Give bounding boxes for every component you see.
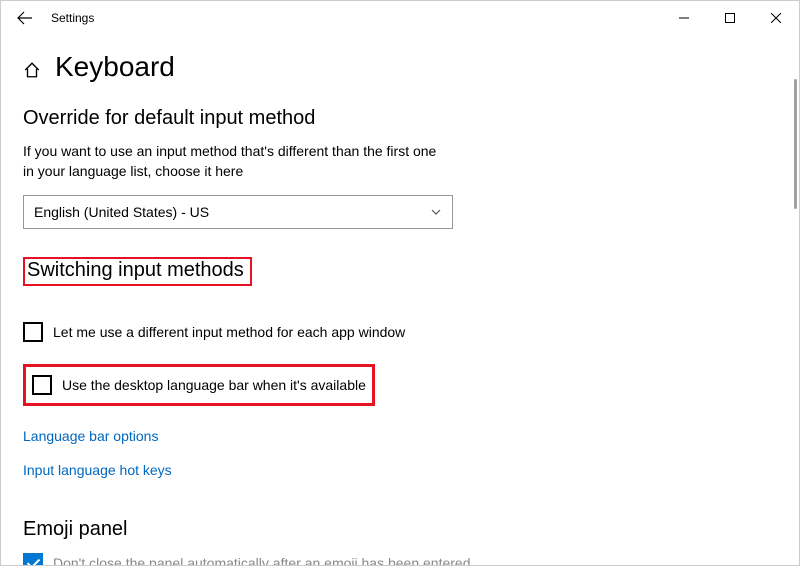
switching-heading-highlight: Switching input methods: [23, 257, 252, 286]
scrollbar-thumb[interactable]: [794, 79, 797, 209]
override-heading: Override for default input method: [23, 107, 777, 130]
checkbox-different-input-method[interactable]: Let me use a different input method for …: [23, 322, 777, 342]
maximize-icon: [725, 13, 735, 23]
close-icon: [771, 13, 781, 23]
window-controls: [661, 2, 799, 34]
override-description: If you want to use an input method that'…: [23, 142, 443, 181]
content-area: Keyboard Override for default input meth…: [1, 35, 799, 565]
chevron-down-icon: [430, 206, 442, 218]
back-arrow-icon: [17, 10, 33, 26]
maximize-button[interactable]: [707, 2, 753, 34]
minimize-icon: [679, 13, 689, 23]
minimize-button[interactable]: [661, 2, 707, 34]
input-method-dropdown[interactable]: English (United States) - US: [23, 195, 453, 229]
checkbox-language-bar-highlight: Use the desktop language bar when it's a…: [23, 364, 375, 406]
window-title: Settings: [51, 11, 94, 25]
page-header: Keyboard: [23, 51, 777, 83]
checkbox-box-checked: [23, 553, 43, 565]
checkbox-desktop-language-bar[interactable]: Use the desktop language bar when it's a…: [32, 375, 366, 395]
checkbox-box: [23, 322, 43, 342]
input-language-hotkeys-link[interactable]: Input language hot keys: [23, 462, 777, 478]
back-button[interactable]: [9, 2, 41, 34]
checkbox-label: Don't close the panel automatically afte…: [53, 555, 470, 565]
checkbox-emoji-panel[interactable]: Don't close the panel automatically afte…: [23, 553, 777, 565]
dropdown-value: English (United States) - US: [34, 204, 209, 220]
emoji-heading: Emoji panel: [23, 518, 777, 541]
close-button[interactable]: [753, 2, 799, 34]
language-bar-options-link[interactable]: Language bar options: [23, 428, 777, 444]
checkbox-label: Let me use a different input method for …: [53, 324, 405, 340]
title-bar: Settings: [1, 1, 799, 35]
page-title: Keyboard: [55, 51, 175, 83]
checkbox-label: Use the desktop language bar when it's a…: [62, 377, 366, 393]
checkbox-box: [32, 375, 52, 395]
home-icon[interactable]: [23, 61, 41, 79]
switching-heading: Switching input methods: [25, 259, 250, 284]
